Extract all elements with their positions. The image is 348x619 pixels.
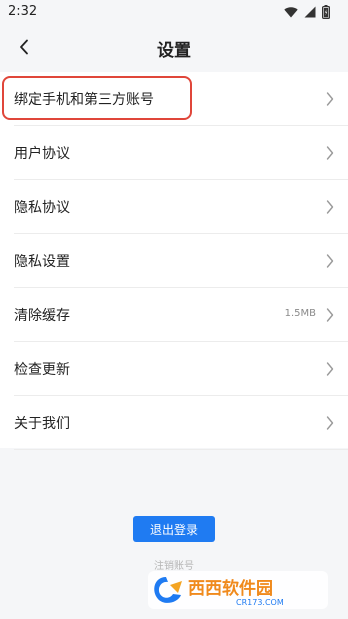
page-title: 设置 [157, 41, 191, 61]
chevron-right-icon [326, 200, 334, 214]
settings-item-user-agreement[interactable]: 用户协议 [14, 126, 348, 180]
chevron-right-icon [326, 362, 334, 376]
settings-item-bind-accounts[interactable]: 绑定手机和第三方账号 [14, 72, 348, 126]
settings-item-privacy-agreement[interactable]: 隐私协议 [14, 180, 348, 234]
settings-item-label: 隐私设置 [14, 254, 70, 270]
status-bar: 2:32 [0, 0, 348, 24]
settings-item-label: 关于我们 [14, 416, 70, 432]
status-icons [284, 5, 330, 19]
settings-item-check-update[interactable]: 检查更新 [14, 342, 348, 396]
cancel-account-link[interactable]: 注销账号 [0, 557, 348, 572]
settings-item-clear-cache[interactable]: 清除缓存 1.5MB [14, 288, 348, 342]
settings-item-label: 绑定手机和第三方账号 [14, 92, 154, 108]
watermark-brand: 西西软件园 [188, 578, 273, 599]
cache-size-value: 1.5MB [284, 308, 316, 319]
nav-bar: 设置 [0, 24, 348, 70]
logout-button[interactable]: 退出登录 [133, 516, 215, 542]
chevron-right-icon [326, 146, 334, 160]
chevron-right-icon [326, 254, 334, 268]
settings-item-about-us[interactable]: 关于我们 [14, 396, 348, 450]
settings-item-label: 检查更新 [14, 362, 70, 378]
settings-item-label: 隐私协议 [14, 200, 70, 216]
watermark-logo: 西西软件园 CR173.COM [148, 571, 328, 609]
chevron-right-icon [326, 92, 334, 106]
watermark-url: CR173.COM [236, 598, 284, 607]
wifi-icon [284, 7, 298, 18]
settings-item-privacy-settings[interactable]: 隐私设置 [14, 234, 348, 288]
battery-icon [322, 5, 330, 19]
status-time: 2:32 [8, 4, 38, 19]
chevron-right-icon [326, 308, 334, 322]
settings-item-label: 用户协议 [14, 146, 70, 162]
settings-item-label: 清除缓存 [14, 308, 70, 324]
settings-list: 绑定手机和第三方账号 用户协议 隐私协议 隐私设置 清除缓存 1.5MB 检查更… [0, 72, 348, 450]
chevron-right-icon [326, 416, 334, 430]
signal-icon [304, 6, 316, 18]
